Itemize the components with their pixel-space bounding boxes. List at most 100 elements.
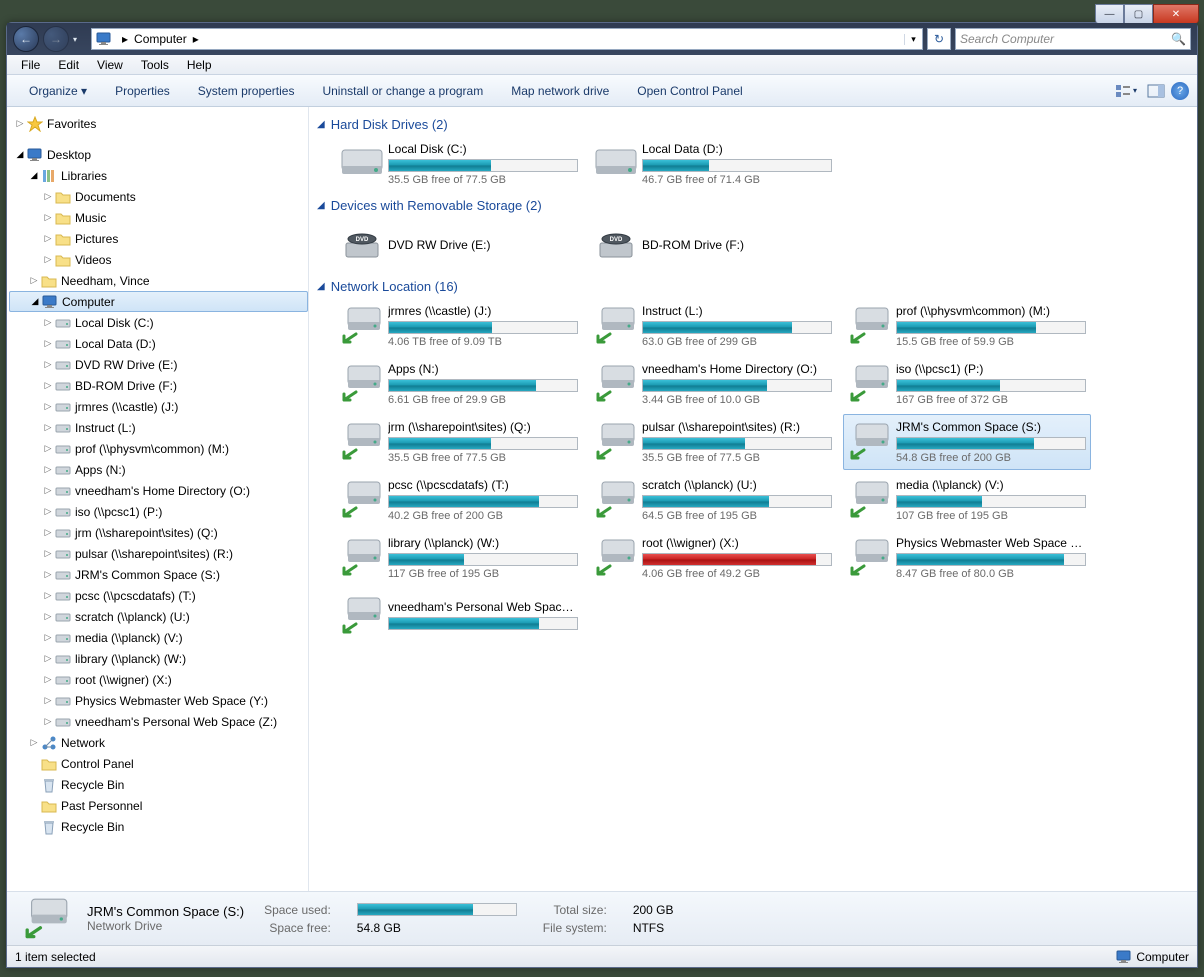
expand-icon[interactable]: ▷ — [41, 548, 55, 559]
menu-help[interactable]: Help — [179, 56, 220, 74]
expand-icon[interactable]: ▷ — [41, 401, 55, 412]
menu-tools[interactable]: Tools — [133, 56, 177, 74]
organize-button[interactable]: Organize ▾ — [15, 80, 101, 102]
nav-history-dropdown[interactable]: ▾ — [73, 35, 87, 44]
tree-network[interactable]: ▷Network — [9, 732, 308, 753]
tree-drive-14[interactable]: ▷scratch (\\planck) (U:) — [9, 606, 308, 627]
search-icon[interactable]: 🔍 — [1171, 32, 1186, 46]
tree-drive-4[interactable]: ▷jrmres (\\castle) (J:) — [9, 396, 308, 417]
expand-icon[interactable]: ▷ — [41, 380, 55, 391]
group-hdd[interactable]: ◢Hard Disk Drives (2) — [317, 117, 1189, 132]
refresh-button[interactable]: ↻ — [927, 28, 951, 50]
drive-item[interactable]: DVD RW Drive (E:) — [335, 217, 583, 273]
drive-item[interactable]: vneedham's Personal Web Space (Z:) — [335, 588, 583, 644]
expand-icon[interactable]: ▷ — [13, 118, 27, 129]
tree-drive-9[interactable]: ▷iso (\\pcsc1) (P:) — [9, 501, 308, 522]
drive-item[interactable]: BD-ROM Drive (F:) — [589, 217, 837, 273]
tree-drive-2[interactable]: ▷DVD RW Drive (E:) — [9, 354, 308, 375]
expand-icon[interactable]: ▷ — [41, 443, 55, 454]
tree-favorites[interactable]: ▷Favorites — [9, 113, 308, 134]
tree-lib-0[interactable]: ▷Documents — [9, 186, 308, 207]
expand-icon[interactable]: ▷ — [27, 275, 41, 286]
expand-icon[interactable]: ▷ — [41, 506, 55, 517]
drive-item[interactable]: Local Data (D:)46.7 GB free of 71.4 GB — [589, 136, 837, 192]
expand-icon[interactable]: ▷ — [41, 233, 55, 244]
address-sep-icon[interactable]: ▸ — [187, 32, 205, 46]
tree-drive-12[interactable]: ▷JRM's Common Space (S:) — [9, 564, 308, 585]
tree-drive-5[interactable]: ▷Instruct (L:) — [9, 417, 308, 438]
view-mode-button[interactable]: ▾ — [1111, 82, 1141, 100]
tree-lib-2[interactable]: ▷Pictures — [9, 228, 308, 249]
tree-drive-0[interactable]: ▷Local Disk (C:) — [9, 312, 308, 333]
expand-icon[interactable]: ▷ — [27, 737, 41, 748]
uninstall-button[interactable]: Uninstall or change a program — [308, 80, 497, 102]
expand-icon[interactable]: ▷ — [41, 464, 55, 475]
tree-drive-6[interactable]: ▷prof (\\physvm\common) (M:) — [9, 438, 308, 459]
map-drive-button[interactable]: Map network drive — [497, 80, 623, 102]
help-button[interactable]: ? — [1171, 82, 1189, 100]
expand-icon[interactable]: ▷ — [41, 590, 55, 601]
menu-view[interactable]: View — [89, 56, 131, 74]
drive-item[interactable]: Apps (N:)6.61 GB free of 29.9 GB — [335, 356, 583, 412]
expand-icon[interactable]: ▷ — [41, 632, 55, 643]
drive-item[interactable]: pcsc (\\pcscdatafs) (T:)40.2 GB free of … — [335, 472, 583, 528]
group-removable[interactable]: ◢Devices with Removable Storage (2) — [317, 198, 1189, 213]
tree-drive-11[interactable]: ▷pulsar (\\sharepoint\sites) (R:) — [9, 543, 308, 564]
tree-desktop[interactable]: ◢Desktop — [9, 144, 308, 165]
tree-computer[interactable]: ◢Computer — [9, 291, 308, 312]
tree-drive-16[interactable]: ▷library (\\planck) (W:) — [9, 648, 308, 669]
tree-drive-8[interactable]: ▷vneedham's Home Directory (O:) — [9, 480, 308, 501]
minimize-button[interactable]: — — [1095, 4, 1124, 23]
collapse-icon[interactable]: ◢ — [317, 200, 325, 211]
drive-item[interactable]: vneedham's Home Directory (O:)3.44 GB fr… — [589, 356, 837, 412]
tree-drive-18[interactable]: ▷Physics Webmaster Web Space (Y:) — [9, 690, 308, 711]
tree-control-panel[interactable]: Control Panel — [9, 753, 308, 774]
tree-drive-15[interactable]: ▷media (\\planck) (V:) — [9, 627, 308, 648]
expand-icon[interactable]: ▷ — [41, 569, 55, 580]
collapse-icon[interactable]: ◢ — [317, 281, 325, 292]
expand-icon[interactable]: ◢ — [28, 296, 42, 307]
tree-drive-17[interactable]: ▷root (\\wigner) (X:) — [9, 669, 308, 690]
expand-icon[interactable]: ▷ — [41, 422, 55, 433]
tree-drive-1[interactable]: ▷Local Data (D:) — [9, 333, 308, 354]
control-panel-button[interactable]: Open Control Panel — [623, 80, 756, 102]
drive-item[interactable]: media (\\planck) (V:)107 GB free of 195 … — [843, 472, 1091, 528]
tree-drive-19[interactable]: ▷vneedham's Personal Web Space (Z:) — [9, 711, 308, 732]
expand-icon[interactable]: ◢ — [27, 170, 41, 181]
preview-pane-button[interactable] — [1147, 84, 1165, 98]
expand-icon[interactable]: ▷ — [41, 254, 55, 265]
close-button[interactable]: ✕ — [1153, 4, 1199, 23]
maximize-button[interactable]: ▢ — [1124, 4, 1153, 23]
drive-item[interactable]: jrm (\\sharepoint\sites) (Q:)35.5 GB fre… — [335, 414, 583, 470]
tree-drive-13[interactable]: ▷pcsc (\\pcscdatafs) (T:) — [9, 585, 308, 606]
search-input[interactable]: Search Computer 🔍 — [955, 28, 1191, 50]
expand-icon[interactable]: ▷ — [41, 527, 55, 538]
collapse-icon[interactable]: ◢ — [317, 119, 325, 130]
system-properties-button[interactable]: System properties — [184, 80, 309, 102]
back-button[interactable]: ← — [13, 26, 39, 52]
tree-drive-7[interactable]: ▷Apps (N:) — [9, 459, 308, 480]
drive-item[interactable]: jrmres (\\castle) (J:)4.06 TB free of 9.… — [335, 298, 583, 354]
drive-item[interactable]: JRM's Common Space (S:)54.8 GB free of 2… — [843, 414, 1091, 470]
menu-edit[interactable]: Edit — [50, 56, 87, 74]
tree-lib-3[interactable]: ▷Videos — [9, 249, 308, 270]
address-bar[interactable]: ▸ Computer ▸ ▾ — [91, 28, 923, 50]
expand-icon[interactable]: ◢ — [13, 149, 27, 160]
expand-icon[interactable]: ▷ — [41, 212, 55, 223]
tree-recycle-2[interactable]: Recycle Bin — [9, 816, 308, 837]
tree-drive-10[interactable]: ▷jrm (\\sharepoint\sites) (Q:) — [9, 522, 308, 543]
expand-icon[interactable]: ▷ — [41, 338, 55, 349]
drive-item[interactable]: root (\\wigner) (X:)4.06 GB free of 49.2… — [589, 530, 837, 586]
tree-libraries[interactable]: ◢Libraries — [9, 165, 308, 186]
menu-file[interactable]: File — [13, 56, 48, 74]
expand-icon[interactable]: ▷ — [41, 695, 55, 706]
address-sep-icon[interactable]: ▸ — [116, 32, 134, 46]
drive-item[interactable]: Instruct (L:)63.0 GB free of 299 GB — [589, 298, 837, 354]
expand-icon[interactable]: ▷ — [41, 611, 55, 622]
expand-icon[interactable]: ▷ — [41, 191, 55, 202]
expand-icon[interactable]: ▷ — [41, 317, 55, 328]
expand-icon[interactable]: ▷ — [41, 485, 55, 496]
address-segment[interactable]: Computer — [134, 32, 187, 46]
properties-button[interactable]: Properties — [101, 80, 184, 102]
drive-item[interactable]: pulsar (\\sharepoint\sites) (R:)35.5 GB … — [589, 414, 837, 470]
